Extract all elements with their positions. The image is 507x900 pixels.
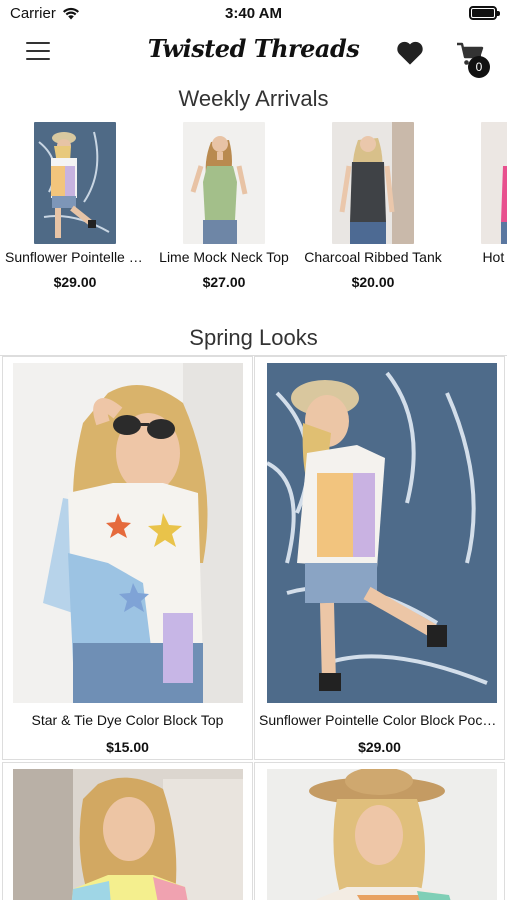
product-name: Lime Mock Neck Top — [159, 249, 289, 265]
product-name: Star & Tie Dye Color Block Top — [31, 712, 224, 728]
carousel-item[interactable]: Charcoal Ribbed Tank $20.00 — [303, 118, 443, 298]
product-price: $29.00 — [53, 274, 97, 290]
carousel-item[interactable]: Lime Mock Neck Top $27.00 — [154, 118, 294, 298]
status-time: 3:40 AM — [225, 5, 282, 22]
status-bar: Carrier 3:40 AM — [0, 0, 507, 28]
product-name: Sunflower Pointelle Color Block Pocket T… — [259, 712, 500, 728]
product-price: $15.00 — [106, 739, 149, 755]
product-name: Hot Pink Top — [482, 249, 507, 265]
product-name: Sunflower Pointelle Color Block Top — [5, 249, 145, 265]
product-image — [481, 122, 507, 244]
carousel-item[interactable]: Sunflower Pointelle Color Block Top $29.… — [5, 118, 145, 298]
spring-looks-title: Spring Looks — [189, 325, 318, 350]
spring-looks-grid: Star & Tie Dye Color Block Top $15.00 Su… — [0, 355, 507, 900]
nav-bar: Twisted Threads 0 — [0, 28, 507, 78]
product-card[interactable]: Star & Tie Dye Color Block Top $15.00 — [2, 356, 253, 760]
product-card[interactable] — [254, 762, 505, 900]
product-image — [267, 769, 497, 900]
product-price: $27.00 — [202, 274, 246, 290]
product-price: $ — [452, 274, 507, 290]
product-image — [183, 122, 265, 244]
brand-logo[interactable]: Twisted Threads — [0, 34, 507, 63]
app-screen: Carrier 3:40 AM Twisted Threads 0 Weekly… — [0, 0, 507, 900]
product-price: $29.00 — [358, 739, 401, 755]
product-image — [34, 122, 116, 244]
product-name: Charcoal Ribbed Tank — [304, 249, 442, 265]
product-price: $20.00 — [351, 274, 395, 290]
battery-icon — [469, 6, 500, 20]
product-image — [13, 769, 243, 900]
carousel-item[interactable]: Hot Pink Top $ — [452, 118, 507, 298]
weekly-arrivals-carousel[interactable]: Sunflower Pointelle Color Block Top $29.… — [0, 118, 507, 298]
product-card[interactable]: Sunflower Pointelle Color Block Pocket T… — [254, 356, 505, 760]
product-image — [332, 122, 414, 244]
product-card[interactable] — [2, 762, 253, 900]
cart-count-badge[interactable]: 0 — [468, 56, 490, 78]
favorites-heart-icon[interactable] — [396, 40, 424, 66]
product-image — [13, 363, 243, 703]
product-image — [267, 363, 497, 703]
weekly-arrivals-title: Weekly Arrivals — [178, 86, 329, 111]
